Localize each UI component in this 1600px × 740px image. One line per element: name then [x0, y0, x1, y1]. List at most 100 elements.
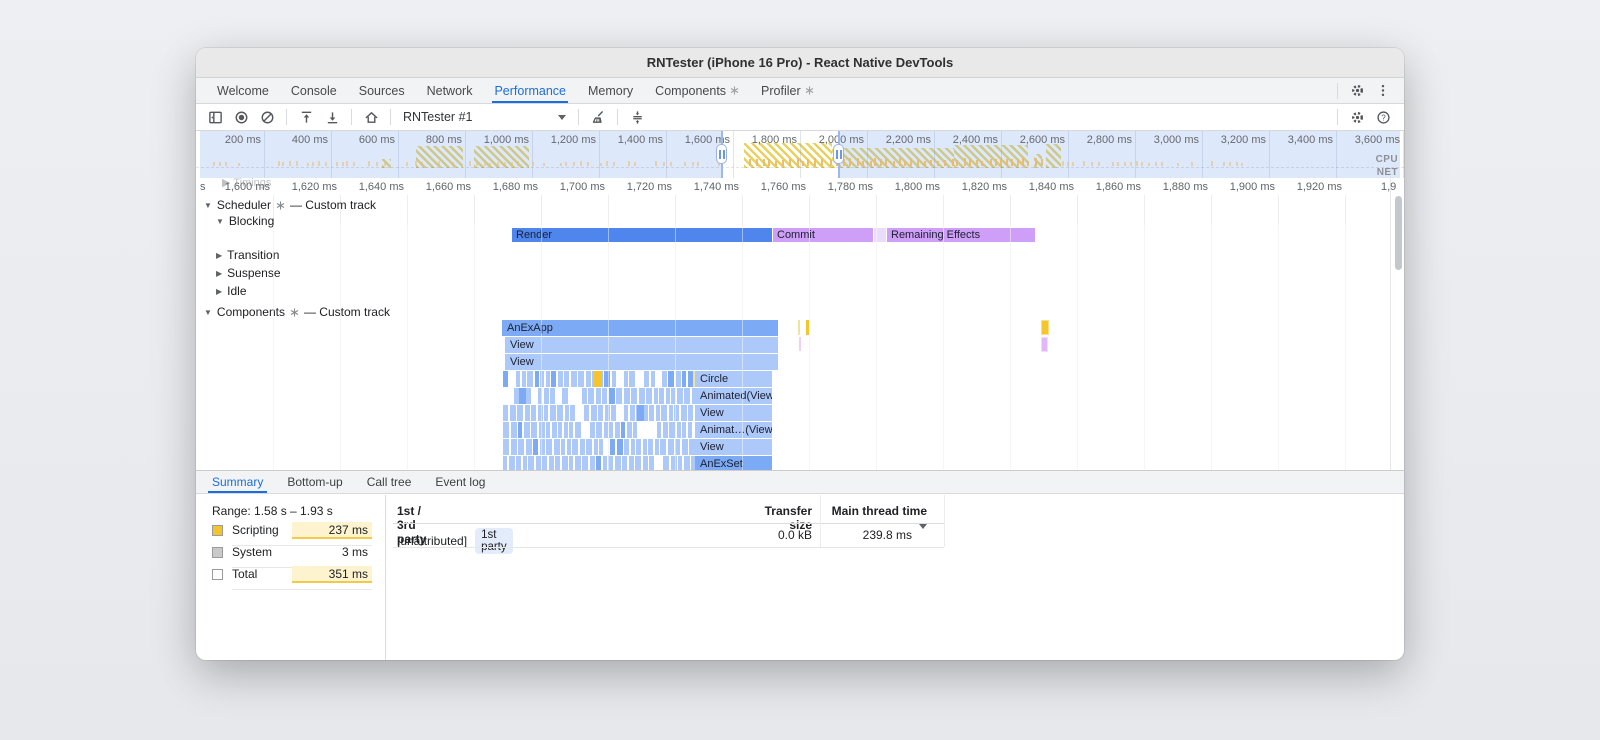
tab-welcome[interactable]: Welcome: [206, 78, 280, 103]
component-mini-bar[interactable]: [687, 422, 692, 438]
component-mini-bar[interactable]: [609, 422, 613, 438]
capture-settings-icon[interactable]: [1344, 106, 1370, 128]
component-mini-bar[interactable]: [525, 439, 532, 455]
component-mini-bar[interactable]: [643, 405, 648, 421]
component-mini-bar[interactable]: [649, 405, 654, 421]
component-mini-bar[interactable]: [569, 422, 573, 438]
component-mini-bar[interactable]: [531, 405, 536, 421]
component-mini-bar[interactable]: [574, 422, 581, 438]
component-mini-bar[interactable]: [633, 422, 637, 438]
panel-tab-bottom-up[interactable]: Bottom-up: [275, 471, 354, 493]
component-bar[interactable]: View: [505, 337, 778, 353]
component-mini-bar[interactable]: [636, 439, 641, 455]
effect-marker[interactable]: [1041, 337, 1048, 352]
flame-bar-commit[interactable]: Commit: [773, 228, 873, 242]
component-mini-bar[interactable]: [572, 439, 578, 455]
component-mini-bar[interactable]: [545, 371, 550, 387]
component-mini-bar[interactable]: [503, 405, 508, 421]
component-mini-bar[interactable]: [586, 439, 592, 455]
component-mini-bar[interactable]: [569, 456, 573, 470]
kebab-menu-icon[interactable]: [1370, 80, 1396, 102]
track-transition-header[interactable]: ▶ Transition: [216, 248, 279, 262]
component-mini-bar[interactable]: [519, 388, 526, 404]
component-mini-bar[interactable]: [667, 439, 674, 455]
component-mini-bar[interactable]: [623, 388, 630, 404]
track-blocking-header[interactable]: ▼ Blocking: [216, 214, 274, 228]
component-mini-bar[interactable]: [616, 439, 623, 455]
component-bar[interactable]: Circle: [695, 371, 772, 387]
component-mini-bar[interactable]: [526, 388, 531, 404]
component-mini-bar[interactable]: [517, 405, 523, 421]
component-mini-bar[interactable]: [528, 456, 534, 470]
record-icon[interactable]: [228, 106, 254, 128]
component-mini-bar[interactable]: [675, 371, 681, 387]
selection-handle-grip[interactable]: [833, 144, 844, 164]
timeline-overview[interactable]: 200 ms 400 ms 600 ms 800 ms 1,000 ms 1,200 ms…: [196, 131, 1404, 178]
component-mini-bar[interactable]: [516, 371, 520, 387]
component-mini-bar[interactable]: [551, 371, 556, 387]
component-mini-bar[interactable]: [616, 388, 622, 404]
component-mini-bar[interactable]: [510, 439, 517, 455]
component-mini-bar[interactable]: [557, 405, 563, 421]
component-bar[interactable]: Animat…(View): [695, 422, 772, 438]
component-mini-bar[interactable]: [624, 439, 629, 455]
component-mini-bar[interactable]: [584, 405, 589, 421]
component-mini-bar[interactable]: [608, 388, 615, 404]
component-mini-bar[interactable]: [598, 405, 603, 421]
component-mini-bar[interactable]: [682, 422, 686, 438]
component-mini-bar[interactable]: [683, 456, 690, 470]
component-mini-bar[interactable]: [564, 405, 569, 421]
component-mini-bar[interactable]: [657, 422, 661, 438]
component-mini-bar[interactable]: [642, 456, 648, 470]
track-idle-header[interactable]: ▶ Idle: [216, 284, 247, 298]
component-mini-bar[interactable]: [631, 388, 637, 404]
component-bar[interactable]: AnExSet: [695, 456, 772, 470]
component-mini-bar[interactable]: [678, 456, 682, 470]
component-mini-bar[interactable]: [596, 422, 602, 438]
component-mini-bar[interactable]: [590, 405, 597, 421]
component-mini-bar[interactable]: [570, 405, 575, 421]
component-mini-bar[interactable]: [676, 388, 683, 404]
component-mini-bar[interactable]: [521, 371, 526, 387]
component-mini-bar[interactable]: [668, 405, 673, 421]
component-mini-bar[interactable]: [642, 439, 647, 455]
component-mini-bar[interactable]: [628, 456, 634, 470]
component-mini-bar[interactable]: [629, 405, 635, 421]
component-mini-bar[interactable]: [548, 456, 554, 470]
tab-components[interactable]: Components: [644, 78, 750, 103]
component-mini-bar[interactable]: [531, 422, 537, 438]
component-mini-bar[interactable]: [654, 439, 659, 455]
component-mini-bar[interactable]: [558, 422, 562, 438]
selection-handle-grip[interactable]: [716, 144, 727, 164]
component-mini-bar[interactable]: [543, 388, 549, 404]
component-mini-bar[interactable]: [578, 371, 584, 387]
component-mini-bar[interactable]: [593, 439, 598, 455]
component-mini-bar[interactable]: [518, 439, 524, 455]
component-mini-bar[interactable]: [527, 371, 533, 387]
component-mini-bar[interactable]: [566, 439, 571, 455]
component-mini-bar[interactable]: [611, 371, 616, 387]
garbage-collect-icon[interactable]: [585, 106, 611, 128]
component-mini-bar[interactable]: [662, 422, 668, 438]
component-mini-bar[interactable]: [503, 456, 507, 470]
component-mini-bar[interactable]: [648, 439, 653, 455]
component-mini-bar[interactable]: [557, 371, 563, 387]
component-mini-bar[interactable]: [589, 456, 595, 470]
component-mini-bar[interactable]: [564, 371, 569, 387]
track-components-header[interactable]: ▼ Components — Custom track: [204, 305, 390, 319]
component-mini-bar[interactable]: [516, 456, 521, 470]
component-mini-bar[interactable]: [653, 388, 658, 404]
table-row[interactable]: [unattributed] 1st party: [397, 528, 513, 554]
help-icon[interactable]: ?: [1370, 106, 1396, 128]
component-mini-bar[interactable]: [503, 371, 508, 387]
component-mini-bar[interactable]: [535, 456, 541, 470]
component-mini-bar[interactable]: [522, 456, 527, 470]
component-mini-bar[interactable]: [602, 456, 607, 470]
scripting-marker[interactable]: [1041, 320, 1049, 335]
save-profile-icon[interactable]: [319, 106, 345, 128]
component-mini-bar[interactable]: [524, 405, 530, 421]
component-mini-bar[interactable]: [661, 405, 667, 421]
component-mini-bar[interactable]: [534, 371, 539, 387]
component-mini-bar[interactable]: [553, 439, 560, 455]
component-mini-bar[interactable]: [533, 439, 538, 455]
